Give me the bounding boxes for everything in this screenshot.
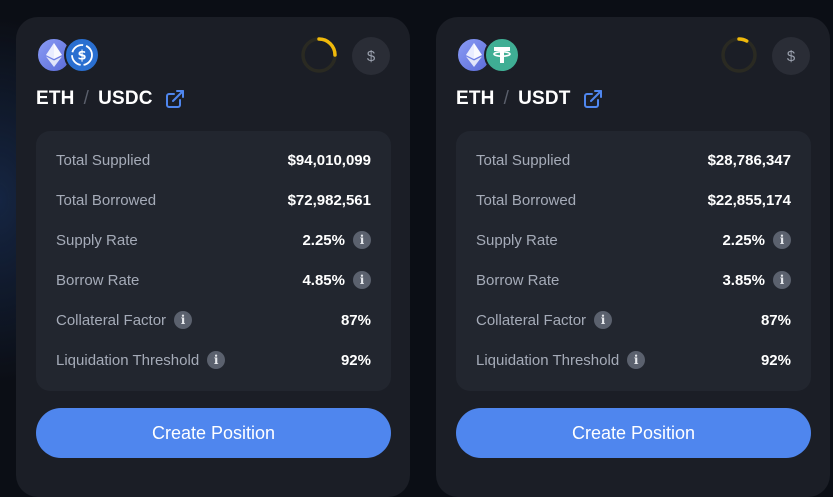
stat-row-borrow-rate: Borrow Rate 4.85% i	[56, 268, 371, 292]
stats-panel: Total Supplied $28,786,347 Total Borrowe…	[456, 131, 811, 391]
stat-value: $94,010,099	[287, 151, 371, 169]
stat-value: 2.25%	[722, 231, 765, 249]
stat-label: Liquidation Threshold	[56, 351, 200, 369]
stat-label: Supply Rate	[56, 231, 138, 249]
stat-value: $72,982,561	[287, 191, 371, 209]
info-icon[interactable]: i	[773, 271, 791, 289]
stat-label-wrap: Liquidation Threshold i	[476, 351, 646, 369]
info-icon[interactable]: i	[773, 231, 791, 249]
create-position-button[interactable]: Create Position	[36, 408, 391, 458]
stat-label: Total Borrowed	[476, 191, 577, 209]
stat-label-wrap: Collateral Factor i	[56, 311, 193, 329]
external-link-icon[interactable]	[165, 89, 185, 109]
info-icon[interactable]: i	[353, 231, 371, 249]
info-icon[interactable]: i	[353, 271, 371, 289]
info-icon[interactable]: i	[174, 311, 193, 329]
create-position-button[interactable]: Create Position	[456, 408, 811, 458]
stat-row-total-borrowed: Total Borrowed $22,855,174	[476, 188, 791, 212]
pair-title: ETH / USDC	[36, 88, 185, 110]
stat-label: Collateral Factor	[476, 311, 587, 329]
stat-label-wrap: Collateral Factor i	[476, 311, 613, 329]
stat-label: Borrow Rate	[476, 271, 560, 289]
token-pair-icons: $	[36, 37, 102, 75]
stat-label: Total Supplied	[56, 151, 151, 169]
stat-label: Supply Rate	[476, 231, 558, 249]
stat-value: 87%	[760, 311, 791, 329]
pool-card-eth-usdt: $ ETH / USDT Total Supplied $28,786,347 …	[436, 17, 830, 497]
stat-value: 92%	[340, 351, 371, 369]
dollar-icon[interactable]: $	[352, 37, 390, 75]
info-icon[interactable]: i	[627, 351, 646, 369]
stat-label: Total Borrowed	[56, 191, 157, 209]
quote-token-label: USDC	[98, 88, 153, 109]
pool-card-eth-usdc: $ $ ETH / USDC Total Supplied $94,010,09…	[16, 17, 410, 497]
stat-label: Total Supplied	[476, 151, 571, 169]
info-icon[interactable]: i	[594, 311, 613, 329]
refresh-progress-ring	[720, 36, 758, 74]
stat-value-wrap: 2.25% i	[722, 231, 791, 249]
stat-value-wrap: 4.85% i	[302, 271, 371, 289]
stat-label: Liquidation Threshold	[476, 351, 620, 369]
dollar-symbol: $	[366, 47, 376, 65]
base-token-label: ETH	[456, 88, 495, 109]
quote-token-label: USDT	[518, 88, 571, 109]
stat-value: 3.85%	[722, 271, 765, 289]
pair-separator: /	[83, 88, 90, 109]
stat-value: 87%	[340, 311, 371, 329]
pair-title: ETH / USDT	[456, 88, 603, 110]
stat-row-collateral-factor: Collateral Factor i 87%	[476, 308, 791, 332]
stat-value: $22,855,174	[707, 191, 791, 209]
usdt-icon	[484, 37, 520, 73]
refresh-progress-ring	[300, 36, 338, 74]
stat-row-liquidation-threshold: Liquidation Threshold i 92%	[56, 348, 371, 372]
info-icon[interactable]: i	[207, 351, 226, 369]
stat-label-wrap: Liquidation Threshold i	[56, 351, 226, 369]
dollar-icon[interactable]: $	[772, 37, 810, 75]
stat-label: Borrow Rate	[56, 271, 140, 289]
stat-value: 92%	[760, 351, 791, 369]
stat-value: 2.25%	[302, 231, 345, 249]
stat-value: 4.85%	[302, 271, 345, 289]
stats-panel: Total Supplied $94,010,099 Total Borrowe…	[36, 131, 391, 391]
svg-text:$: $	[77, 49, 86, 64]
stat-row-total-supplied: Total Supplied $28,786,347	[476, 148, 791, 172]
stat-row-total-supplied: Total Supplied $94,010,099	[56, 148, 371, 172]
stat-row-liquidation-threshold: Liquidation Threshold i 92%	[476, 348, 791, 372]
stat-value: $28,786,347	[707, 151, 791, 169]
stat-row-supply-rate: Supply Rate 2.25% i	[56, 228, 371, 252]
pair-separator: /	[503, 88, 510, 109]
stat-row-total-borrowed: Total Borrowed $72,982,561	[56, 188, 371, 212]
stat-row-collateral-factor: Collateral Factor i 87%	[56, 308, 371, 332]
stat-row-supply-rate: Supply Rate 2.25% i	[476, 228, 791, 252]
usdc-icon: $	[64, 37, 100, 73]
dollar-symbol: $	[786, 47, 796, 65]
stat-value-wrap: 3.85% i	[722, 271, 791, 289]
stat-value-wrap: 2.25% i	[302, 231, 371, 249]
stat-label: Collateral Factor	[56, 311, 167, 329]
base-token-label: ETH	[36, 88, 75, 109]
stat-row-borrow-rate: Borrow Rate 3.85% i	[476, 268, 791, 292]
token-pair-icons	[456, 37, 522, 75]
external-link-icon[interactable]	[583, 89, 603, 109]
